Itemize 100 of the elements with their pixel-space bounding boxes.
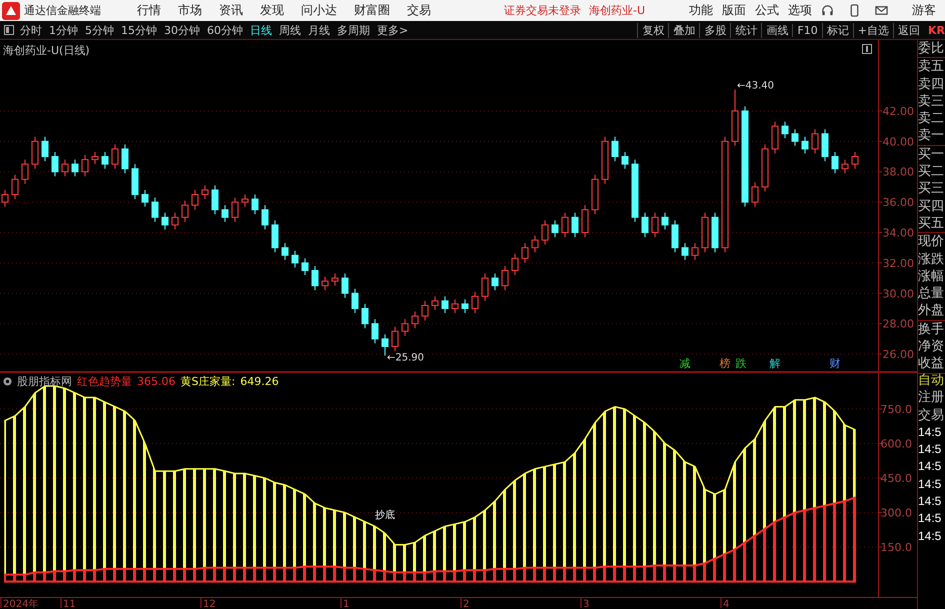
candlestick: [172, 212, 178, 230]
menu-item[interactable]: 公式: [755, 2, 779, 20]
period-tab[interactable]: 多周期: [337, 22, 370, 38]
candlestick: [42, 136, 48, 162]
event-marker[interactable]: 跌: [736, 357, 746, 370]
time-label: 14:5: [918, 510, 942, 528]
period-tab[interactable]: 5分钟: [85, 22, 114, 38]
headset-icon[interactable]: [821, 4, 834, 18]
menu-item[interactable]: 交易: [407, 2, 431, 20]
candlestick: [812, 128, 818, 154]
candlestick: [72, 159, 78, 177]
toolbar-button[interactable]: 统计: [730, 22, 762, 38]
panel-toggle-icon[interactable]: [862, 44, 872, 54]
axis-label: 150.0: [880, 541, 912, 554]
indicator-name: 黄S庄家量:: [180, 374, 236, 389]
candlestick: [362, 303, 368, 329]
indicator-value: 365.06: [137, 375, 176, 388]
toolbar-button[interactable]: 标记: [822, 22, 853, 38]
period-tab[interactable]: 1分钟: [49, 22, 78, 38]
period-tab[interactable]: 月线: [308, 22, 330, 38]
event-marker[interactable]: 减: [680, 357, 690, 370]
menu-item[interactable]: 发现: [260, 2, 284, 20]
edge-text: KR: [928, 24, 945, 37]
candlestick: [422, 300, 428, 322]
candlestick: [652, 212, 658, 238]
time-label: 14:5: [918, 441, 942, 458]
candlestick: [642, 212, 648, 238]
menu-item[interactable]: 行情: [137, 2, 161, 20]
period-tab[interactable]: 日线: [250, 22, 272, 38]
candlestick: [252, 194, 258, 215]
date-label: 2: [463, 599, 470, 608]
candlestick: [802, 136, 808, 154]
period-tab[interactable]: 60分钟: [207, 22, 243, 38]
candlestick: [312, 265, 318, 291]
menu-item[interactable]: 市场: [178, 2, 202, 20]
quote-label: 卖三: [918, 92, 945, 110]
candlestick: [372, 318, 378, 344]
time-label: 14:5: [918, 493, 942, 510]
toolbar-button[interactable]: 多股: [699, 22, 730, 38]
quote-label: 换手: [918, 320, 945, 338]
candlestick: [552, 220, 558, 238]
period-tab[interactable]: 30分钟: [164, 22, 200, 38]
candlestick: [192, 189, 198, 210]
quote-label: 买四: [918, 198, 945, 215]
axis-label: 34.00: [882, 226, 914, 240]
period-tab[interactable]: 15分钟: [121, 22, 157, 38]
candlestick: [162, 212, 168, 230]
candlestick: [582, 204, 588, 238]
date-label: 11: [63, 599, 76, 608]
candlestick: [492, 273, 498, 291]
candlestick: [702, 212, 708, 253]
candlestick: [382, 334, 388, 356]
toolbar-button[interactable]: +自选: [852, 22, 893, 38]
candlestick: [852, 151, 858, 170]
candlestick: [452, 298, 458, 314]
panel-toggle-icon[interactable]: [4, 25, 14, 36]
candlestick: [142, 189, 148, 208]
candlestick: [482, 273, 488, 302]
candlestick: [472, 291, 478, 314]
price-label: ←43.40: [737, 80, 774, 92]
mail-icon[interactable]: [875, 4, 888, 18]
menu-item[interactable]: 问小达: [301, 2, 337, 20]
candlestick: [262, 204, 268, 230]
candlestick: [182, 200, 188, 222]
candlestick: [782, 121, 788, 139]
indicator-source: 股朋指标网: [17, 374, 72, 389]
menu-item[interactable]: 选项: [788, 2, 812, 20]
indicator-value: 649.26: [240, 375, 279, 388]
menu-item[interactable]: 功能: [689, 2, 713, 20]
side-label: 注册: [918, 389, 945, 407]
period-tab[interactable]: 更多>: [377, 22, 408, 38]
gear-icon[interactable]: [3, 377, 12, 386]
toolbar-button[interactable]: F10: [792, 24, 822, 37]
quote-label: 买五: [918, 214, 945, 232]
toolbar-button[interactable]: 画线: [761, 22, 792, 38]
date-label: 3: [583, 599, 590, 608]
toolbar-button[interactable]: 叠加: [668, 22, 700, 38]
candlestick: [532, 235, 538, 253]
quote-label: 卖二: [918, 110, 945, 128]
menu-item[interactable]: 财富圈: [354, 2, 390, 20]
axis-label: 300.0: [880, 506, 912, 520]
candlestick: [512, 253, 518, 276]
event-marker[interactable]: 榜: [720, 357, 730, 370]
toolbar-button[interactable]: 复权: [637, 22, 668, 38]
axis-label: 26.00: [882, 348, 914, 362]
quote-label: 收益: [918, 355, 945, 373]
phone-icon[interactable]: [848, 4, 861, 18]
candlestick: [592, 174, 598, 215]
date-label: 1: [343, 599, 350, 608]
axis-label: 40.00: [882, 135, 914, 148]
user-label[interactable]: 游客: [912, 2, 936, 20]
event-marker[interactable]: 解: [770, 357, 780, 370]
axis-label: 450.0: [880, 472, 912, 486]
event-marker[interactable]: 财: [830, 357, 840, 370]
menu-item[interactable]: 资讯: [219, 2, 243, 20]
period-tab[interactable]: 周线: [279, 22, 301, 38]
period-tab[interactable]: 分时: [20, 22, 42, 38]
candlestick: [322, 276, 328, 291]
menu-item[interactable]: 版面: [722, 2, 746, 20]
toolbar-button[interactable]: 返回: [893, 22, 924, 38]
